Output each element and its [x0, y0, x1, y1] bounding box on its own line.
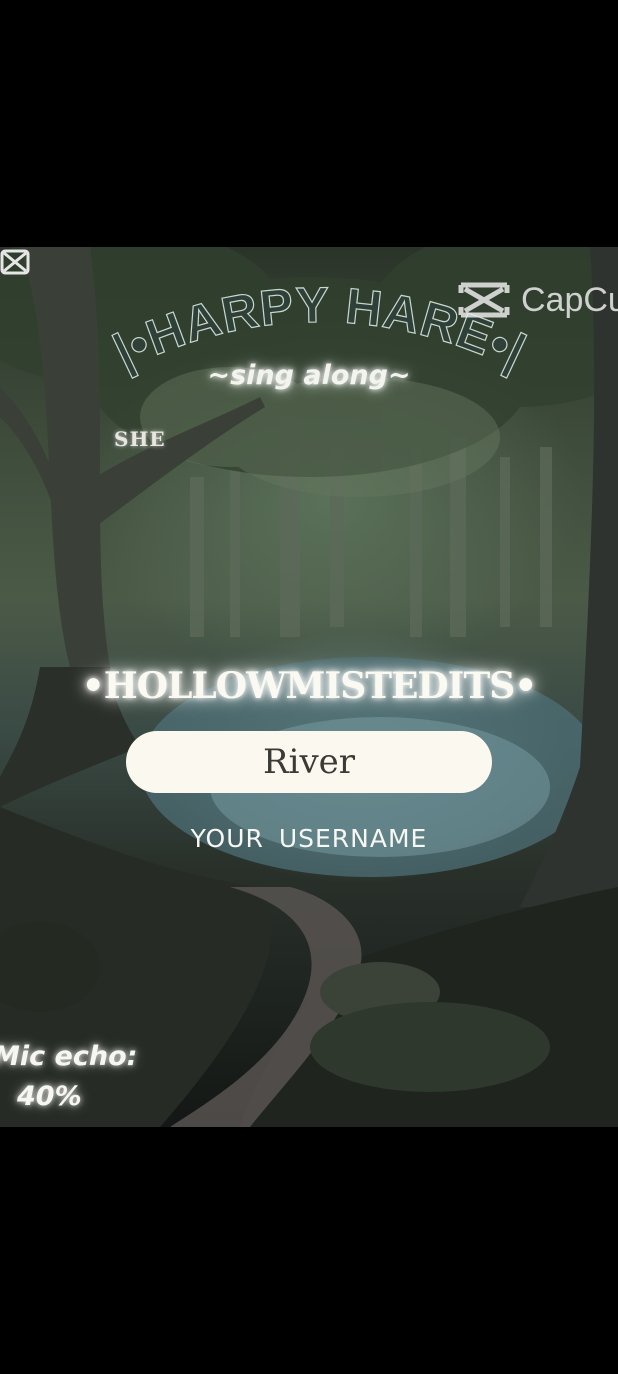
she-tag: SHE — [114, 427, 166, 451]
capcut-logo-icon — [458, 282, 510, 318]
app-frame: |•HARPY HARE•| CapCut ~sing along~ SHE •… — [0, 0, 618, 1374]
capcut-watermark: CapCut — [455, 279, 618, 321]
mic-echo-value: 40% — [17, 1081, 82, 1112]
mic-echo-label: Mic echo: — [0, 1041, 138, 1072]
username-field: River — [126, 731, 492, 793]
username-label: YOUR USERNAME — [190, 824, 428, 853]
username-value: River — [262, 742, 356, 782]
creator-brand: •HOLLOWMISTEDITS• — [81, 665, 538, 707]
capcut-watermark-text: CapCut — [521, 280, 618, 319]
song-subtitle: ~sing along~ — [207, 360, 411, 391]
mic-echo-indicator: Mic echo: 40% — [0, 1037, 137, 1117]
song-title: |•HARPY HARE•| — [104, 276, 534, 381]
forest-scene: |•HARPY HARE•| CapCut ~sing along~ SHE •… — [0, 247, 618, 1127]
capcut-logo-icon — [0, 249, 30, 275]
